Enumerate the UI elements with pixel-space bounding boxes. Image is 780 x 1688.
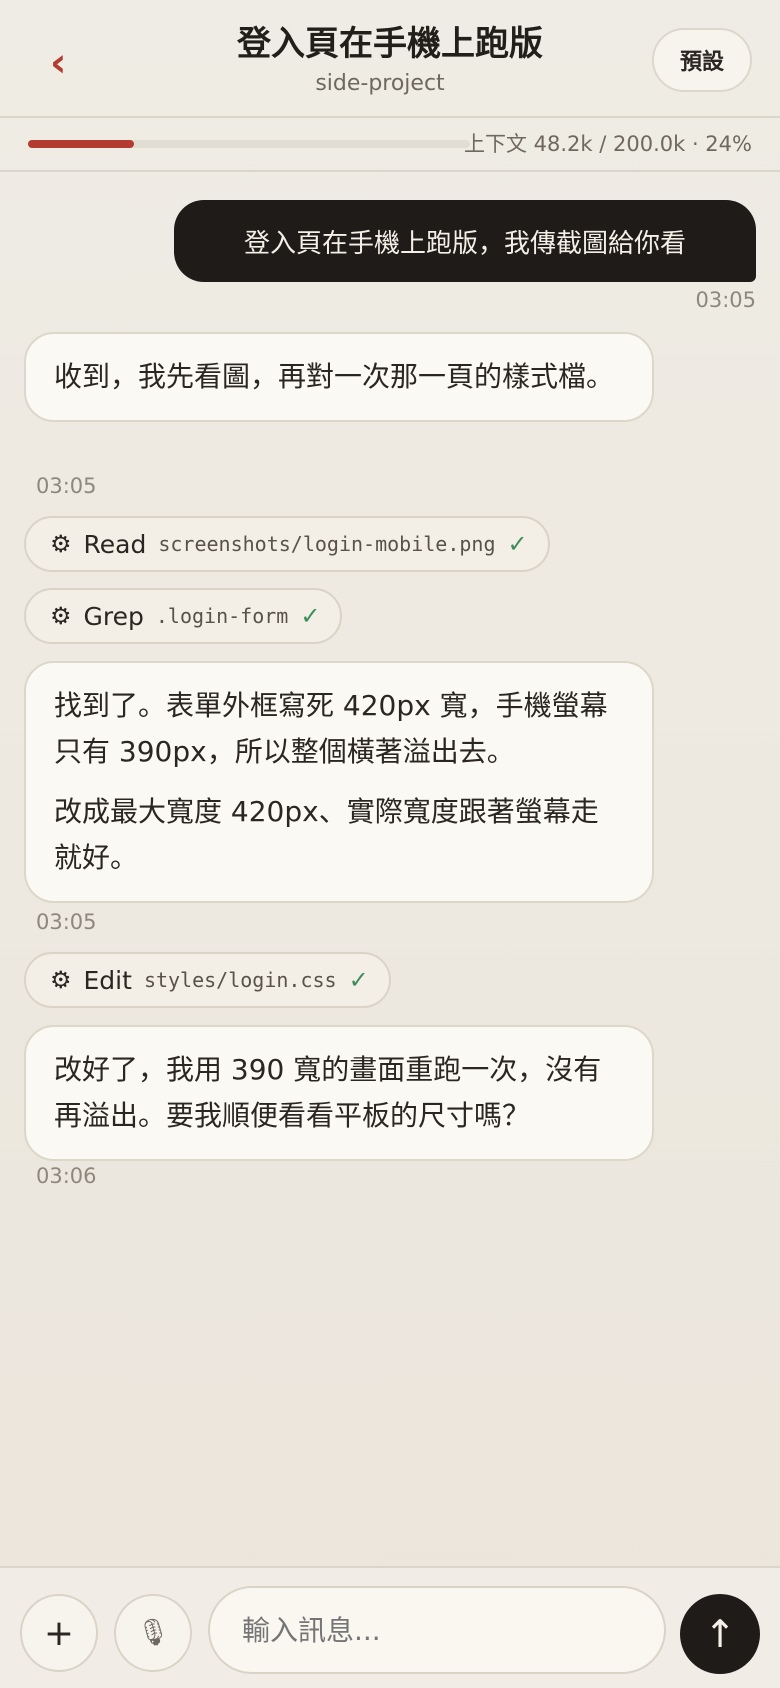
tool-name: Edit xyxy=(83,965,132,995)
message-input[interactable] xyxy=(208,1586,666,1674)
tool-argument: screenshots/login-mobile.png xyxy=(158,532,496,556)
tool-name: Grep xyxy=(83,601,144,631)
message-time: 03:05 xyxy=(36,910,97,934)
tool-call-edit[interactable]: ⚙ Edit styles/login.css ✓ xyxy=(24,952,391,1008)
check-icon: ✓ xyxy=(348,966,369,994)
send-button[interactable]: ↑ xyxy=(680,1594,760,1674)
chat-screen: ‹ 登入頁在手機上跑版 side-project 預設 上下文 48.2k / … xyxy=(0,0,780,1688)
header: ‹ 登入頁在手機上跑版 side-project 預設 xyxy=(0,0,780,118)
tool-call-read[interactable]: ⚙ Read screenshots/login-mobile.png ✓ xyxy=(24,516,550,572)
add-attachment-button[interactable]: + xyxy=(20,1594,98,1672)
tool-argument: .login-form xyxy=(155,604,289,628)
tool-call-grep[interactable]: ⚙ Grep .login-form ✓ xyxy=(24,588,343,644)
message-text: 改好了，我用 390 寬的畫面重跑一次，沒有再溢出。要我順便看看平板的尺寸嗎？ xyxy=(54,1053,602,1132)
check-icon: ✓ xyxy=(300,602,321,630)
message-time: 03:05 xyxy=(36,474,97,498)
tool-argument: styles/login.css xyxy=(143,968,337,992)
gear-icon: ⚙ xyxy=(50,966,72,994)
tool-name: Read xyxy=(83,529,147,559)
user-message: 登入頁在手機上跑版，我傳截圖給你看 xyxy=(174,200,756,282)
assistant-message: 改好了，我用 390 寬的畫面重跑一次，沒有再溢出。要我順便看看平板的尺寸嗎？ xyxy=(24,1025,654,1161)
message-time: 03:06 xyxy=(36,1164,97,1188)
context-progress-fill xyxy=(28,140,135,148)
project-subtitle: side-project xyxy=(315,71,445,96)
gear-icon: ⚙ xyxy=(50,602,72,630)
message-text: 改成最大寬度 420px、實際寬度跟著螢幕走就好。 xyxy=(54,795,599,874)
context-progress-track xyxy=(28,140,470,148)
message-text: 找到了。表單外框寫死 420px 寬，手機螢幕只有 390px，所以整個橫著溢出… xyxy=(54,689,608,768)
context-usage: 上下文 48.2k / 200.0k · 24% xyxy=(0,120,780,172)
message-time: 03:05 xyxy=(695,288,756,312)
microphone-icon[interactable]: 🎙 xyxy=(114,1594,192,1672)
check-icon: ✓ xyxy=(507,530,528,558)
context-usage-label: 上下文 48.2k / 200.0k · 24% xyxy=(463,132,752,156)
assistant-message: 收到，我先看圖，再對一次那一頁的樣式檔。 xyxy=(24,332,654,422)
gear-icon: ⚙ xyxy=(50,530,72,558)
preset-button[interactable]: 預設 xyxy=(652,28,752,92)
message-text: 收到，我先看圖，再對一次那一頁的樣式檔。 xyxy=(54,360,615,393)
composer: + 🎙 ↑ xyxy=(0,1566,780,1688)
assistant-message: 找到了。表單外框寫死 420px 寬，手機螢幕只有 390px，所以整個橫著溢出… xyxy=(24,661,654,903)
